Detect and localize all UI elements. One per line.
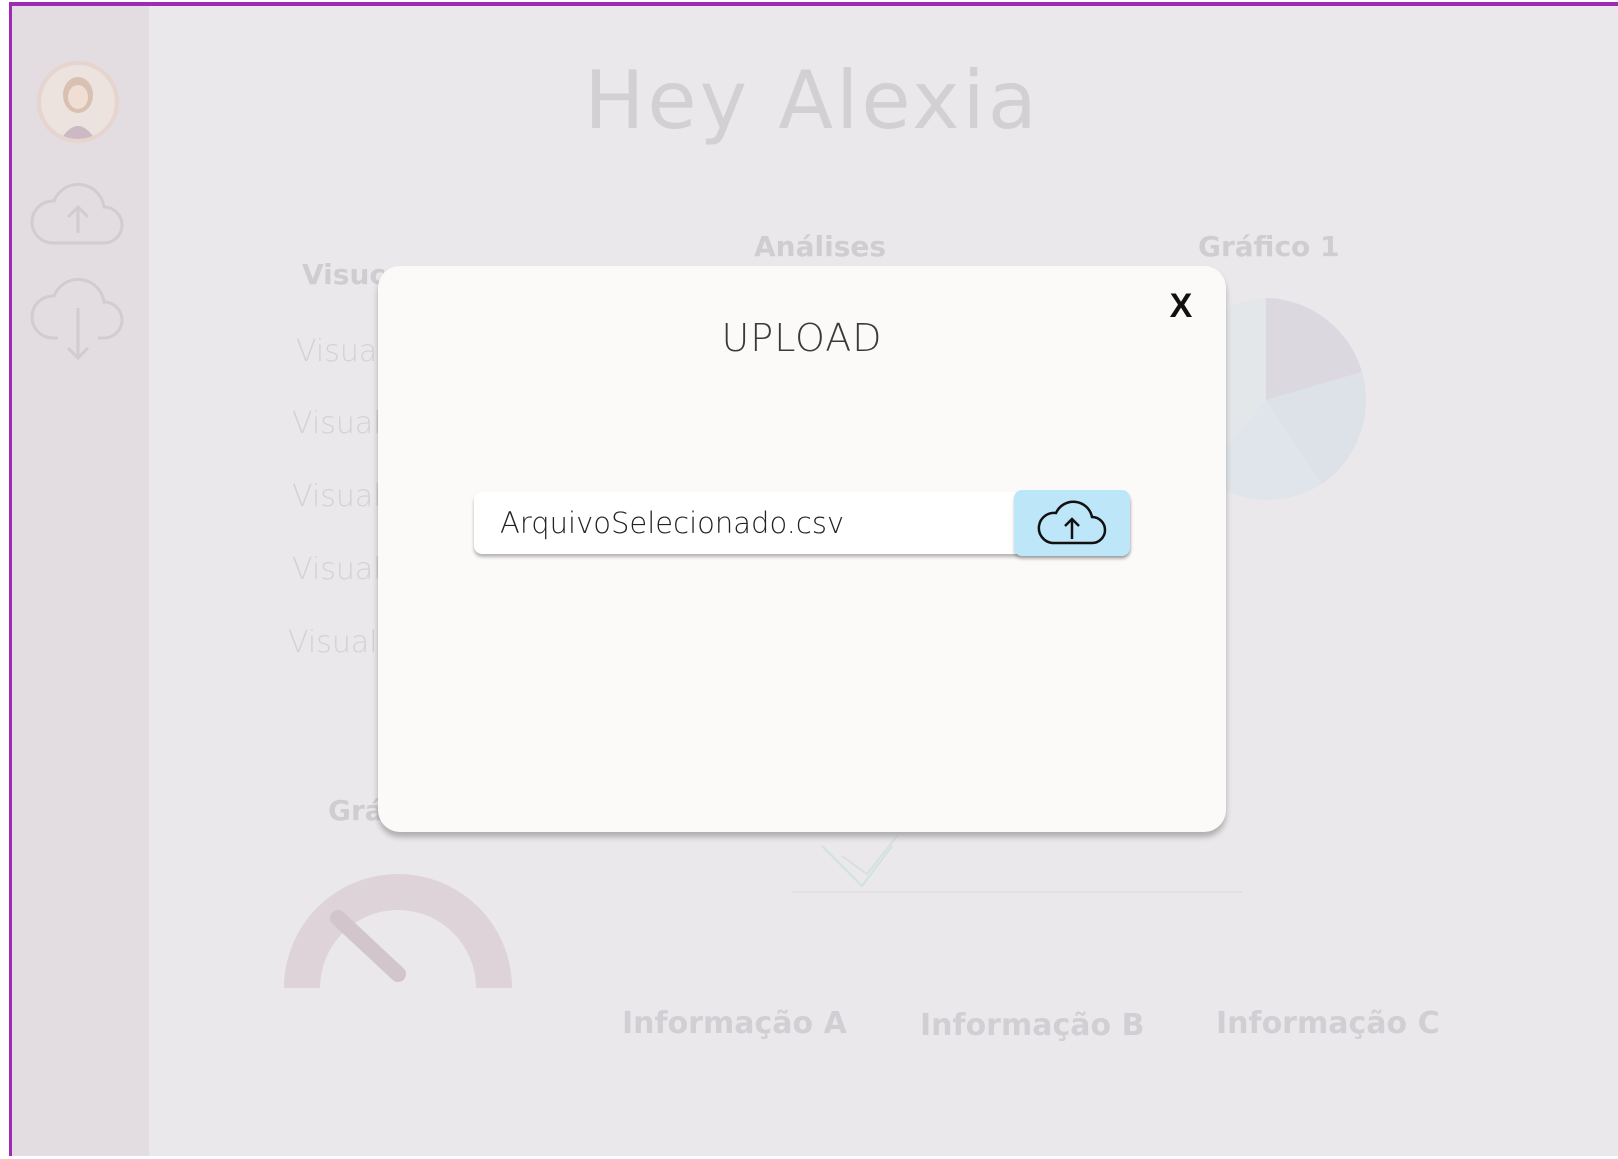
vis-item[interactable]: Visuali <box>288 625 386 660</box>
greeting-title: Hey Alexia <box>584 54 1040 147</box>
vis-item[interactable]: Visual <box>292 406 382 441</box>
info-c: Informação C <box>1216 1006 1440 1041</box>
sidebar <box>12 6 149 1159</box>
gauge-title: Grá <box>328 794 384 827</box>
file-field[interactable]: ArquivoSelecionado.csv <box>474 490 1130 556</box>
avatar-illustration <box>41 65 115 139</box>
upload-modal: X UPLOAD ArquivoSelecionado.csv <box>378 266 1226 832</box>
file-name: ArquivoSelecionado.csv <box>500 506 845 540</box>
vis-item[interactable]: Visual <box>292 552 382 587</box>
cloud-upload-icon <box>1037 500 1107 545</box>
vis-item[interactable]: Visual <box>292 479 382 514</box>
analyses-title: Análises <box>754 230 887 263</box>
info-a: Informação A <box>622 1006 847 1041</box>
upload-button[interactable] <box>1014 490 1130 556</box>
avatar[interactable] <box>37 61 119 143</box>
gauge <box>284 874 512 988</box>
cloud-upload-icon[interactable] <box>30 181 126 253</box>
chart1-title: Gráfico 1 <box>1198 230 1340 263</box>
modal-title: UPLOAD <box>721 316 883 360</box>
line-chart <box>792 835 1242 893</box>
vis-item[interactable]: Visual <box>296 334 386 369</box>
cloud-download-icon[interactable] <box>30 277 126 368</box>
visualizations-title: Visuc <box>302 258 386 291</box>
info-b: Informação B <box>920 1008 1145 1043</box>
